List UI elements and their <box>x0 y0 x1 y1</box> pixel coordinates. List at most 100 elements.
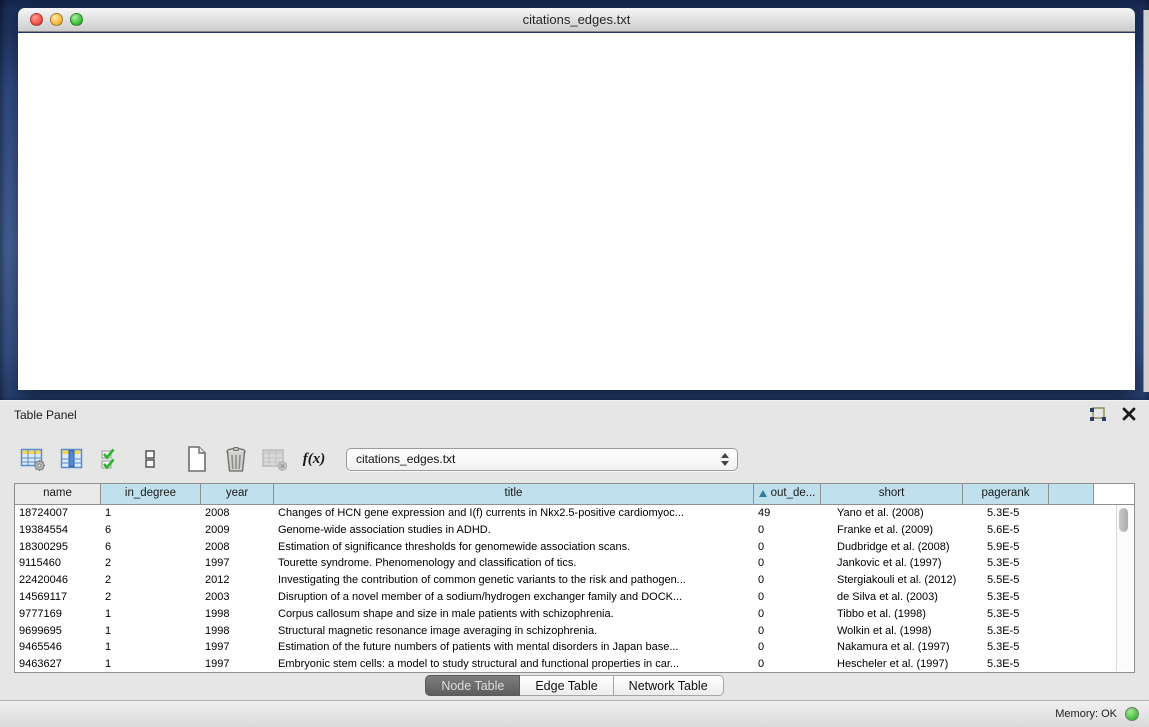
table-cell: Estimation of the future numbers of pati… <box>274 639 754 656</box>
network-canvas[interactable] <box>18 33 1135 390</box>
network-window: citations_edges.txt <box>18 8 1135 390</box>
table-selector-dropdown[interactable]: citations_edges.txt <box>346 448 738 471</box>
table-cell: 9463627 <box>15 656 101 673</box>
table-cell: 1997 <box>201 656 274 673</box>
tab-network-table[interactable]: Network Table <box>614 675 724 696</box>
table-cell: 5.3E-5 <box>963 623 1049 640</box>
table-cell: 5.3E-5 <box>963 656 1049 673</box>
table-cell: 9465546 <box>15 639 101 656</box>
table-cell: 1997 <box>201 555 274 572</box>
table-row[interactable]: 969969511998Structural magnetic resonanc… <box>15 623 1134 640</box>
table-cell: 1998 <box>201 606 274 623</box>
network-window-titlebar[interactable]: citations_edges.txt <box>18 8 1135 32</box>
table-row[interactable]: 1938455462009Genome-wide association stu… <box>15 522 1134 539</box>
table-row[interactable]: 977716911998Corpus callosum shape and si… <box>15 606 1134 623</box>
table-header-row: namein_degreeyeartitleout_de...shortpage… <box>15 484 1134 505</box>
column-header-year[interactable]: year <box>201 484 274 504</box>
function-builder-button[interactable]: f(x) <box>299 443 329 475</box>
new-column-button[interactable] <box>182 443 212 475</box>
table-cell: de Silva et al. (2003) <box>821 589 963 606</box>
scrollbar-thumb[interactable] <box>1119 508 1128 532</box>
memory-status-indicator[interactable] <box>1125 707 1139 721</box>
table-cell: 5.3E-5 <box>963 606 1049 623</box>
close-panel-icon[interactable] <box>1121 406 1137 422</box>
table-cell: Nakamura et al. (1997) <box>821 639 963 656</box>
table-cell: Disruption of a novel member of a sodium… <box>274 589 754 606</box>
select-columns-button[interactable] <box>57 443 87 475</box>
unselect-rows-button[interactable] <box>135 443 165 475</box>
table-vertical-scrollbar[interactable] <box>1116 505 1130 671</box>
tab-edge-table[interactable]: Edge Table <box>520 675 613 696</box>
table-cell: 2008 <box>201 539 274 556</box>
node-table: namein_degreeyeartitleout_de...shortpage… <box>14 483 1135 673</box>
new-document-icon <box>185 445 209 473</box>
table-cell: 1 <box>101 623 201 640</box>
table-body: 1872400712008Changes of HCN gene express… <box>15 505 1134 673</box>
table-cell: 0 <box>754 555 821 572</box>
table-cell: Estimation of significance thresholds fo… <box>274 539 754 556</box>
column-header-in_degree[interactable]: in_degree <box>101 484 201 504</box>
column-header-filler[interactable] <box>1049 484 1094 504</box>
table-row[interactable]: 946362711997Embryonic stem cells: a mode… <box>15 656 1134 673</box>
column-header-short[interactable]: short <box>821 484 963 504</box>
table-cell: 2 <box>101 572 201 589</box>
column-header-title[interactable]: title <box>274 484 754 504</box>
status-bar: Memory: OK <box>0 700 1149 727</box>
select-all-rows-button[interactable] <box>96 443 126 475</box>
dropdown-arrows-icon <box>721 453 730 467</box>
table-cell: 1 <box>101 505 201 522</box>
table-toolbar: f(x) citations_edges.txt <box>18 441 738 477</box>
table-cell: 5.3E-5 <box>963 505 1049 522</box>
table-cell: 2 <box>101 589 201 606</box>
column-settings-button[interactable] <box>18 443 48 475</box>
table-cell: 0 <box>754 606 821 623</box>
trash-icon <box>223 445 249 473</box>
table-cell: Hescheler et al. (1997) <box>821 656 963 673</box>
table-cell: Genome-wide association studies in ADHD. <box>274 522 754 539</box>
table-row[interactable]: 1830029562008Estimation of significance … <box>15 539 1134 556</box>
table-cell: 0 <box>754 522 821 539</box>
network-window-title: citations_edges.txt <box>18 12 1135 27</box>
table-cell: 49 <box>754 505 821 522</box>
stacked-rows-icon <box>143 446 157 472</box>
table-cell: 5.6E-5 <box>963 522 1049 539</box>
table-row[interactable]: 946554611997Estimation of the future num… <box>15 639 1134 656</box>
table-cell: 5.3E-5 <box>963 555 1049 572</box>
table-cell: Dudbridge et al. (2008) <box>821 539 963 556</box>
table-cell: 0 <box>754 539 821 556</box>
sort-ascending-icon <box>759 490 767 497</box>
table-cell: 9115460 <box>15 555 101 572</box>
column-header-out_de...[interactable]: out_de... <box>754 484 821 504</box>
tab-node-table[interactable]: Node Table <box>425 675 520 696</box>
table-cell: 5.3E-5 <box>963 589 1049 606</box>
table-cell: 0 <box>754 639 821 656</box>
table-cell: 22420046 <box>15 572 101 589</box>
disabled-table-icon <box>261 446 289 472</box>
table-cell: Investigating the contribution of common… <box>274 572 754 589</box>
citation-network-graph <box>18 33 1135 390</box>
table-row[interactable]: 1456911722003Disruption of a novel membe… <box>15 589 1134 606</box>
table-cell: 6 <box>101 522 201 539</box>
column-header-pagerank[interactable]: pagerank <box>963 484 1049 504</box>
table-cell: 19384554 <box>15 522 101 539</box>
table-row[interactable]: 911546021997Tourette syndrome. Phenomeno… <box>15 555 1134 572</box>
table-column-icon <box>59 446 85 472</box>
right-panel-sliver <box>1143 10 1149 392</box>
table-cell: 2012 <box>201 572 274 589</box>
delete-columns-button[interactable] <box>221 443 251 475</box>
table-cell: 9699695 <box>15 623 101 640</box>
table-cell: 2003 <box>201 589 274 606</box>
table-type-tabs: Node TableEdge TableNetwork Table <box>0 675 1149 696</box>
delete-table-button-disabled[interactable] <box>260 443 290 475</box>
fx-icon: f(x) <box>303 451 326 468</box>
table-row[interactable]: 2242004622012Investigating the contribut… <box>15 572 1134 589</box>
float-panel-icon[interactable] <box>1089 407 1107 423</box>
table-cell: 5.3E-5 <box>963 639 1049 656</box>
table-cell: Jankovic et al. (1997) <box>821 555 963 572</box>
column-header-name[interactable]: name <box>15 484 101 504</box>
table-cell: 1 <box>101 639 201 656</box>
table-cell: 2 <box>101 555 201 572</box>
table-row[interactable]: 1872400712008Changes of HCN gene express… <box>15 505 1134 522</box>
table-cell: Tourette syndrome. Phenomenology and cla… <box>274 555 754 572</box>
table-cell: 9777169 <box>15 606 101 623</box>
